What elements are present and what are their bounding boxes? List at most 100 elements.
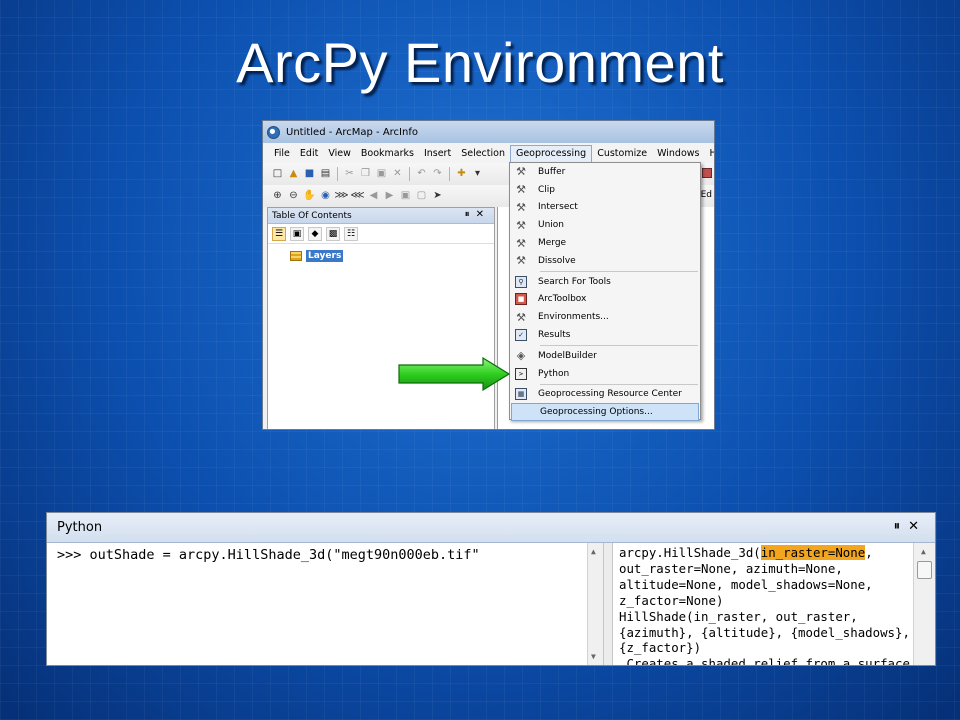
- toc-options-icon[interactable]: ☷: [344, 226, 358, 241]
- menu-item-geoprocessing-options[interactable]: Geoprocessing Options...: [511, 403, 699, 422]
- slide-title: ArcPy Environment: [236, 31, 724, 94]
- scroll-up-arrow-icon[interactable]: ▲: [591, 547, 596, 556]
- open-folder-icon[interactable]: ▲: [287, 168, 300, 181]
- back-arrow-icon[interactable]: ◀: [367, 190, 380, 203]
- help-line: out_raster=None, azimuth=None,: [619, 560, 843, 576]
- menu-edit[interactable]: Edit: [295, 146, 323, 161]
- help-line: HillShade(in_raster, out_raster,: [619, 608, 858, 624]
- list-by-source-icon[interactable]: ▣: [290, 226, 304, 241]
- python-window-icon: >: [514, 367, 528, 381]
- close-icon[interactable]: ✕: [908, 519, 927, 534]
- menu-item-results[interactable]: ✓ Results: [510, 326, 700, 344]
- python-input-scrollbar[interactable]: ▲ ▼: [587, 543, 603, 665]
- forward-arrow-icon[interactable]: ▶: [383, 190, 396, 203]
- menu-separator: [540, 344, 698, 346]
- menu-item-label: Buffer: [538, 166, 566, 177]
- toolbar-separator: [449, 167, 450, 181]
- arcmap-title-bar[interactable]: Untitled - ArcMap - ArcInfo: [263, 121, 714, 143]
- undo-icon[interactable]: ↶: [415, 168, 428, 181]
- close-icon[interactable]: ✕: [476, 209, 490, 220]
- menu-item-intersect[interactable]: ⚒ Intersect: [510, 199, 700, 217]
- select-pointer-icon[interactable]: ➤: [431, 190, 444, 203]
- menu-view[interactable]: View: [323, 146, 356, 161]
- layers-row[interactable]: Layers: [290, 250, 494, 262]
- list-by-visibility-icon[interactable]: ◆: [308, 226, 322, 241]
- paste-icon[interactable]: ▣: [375, 168, 388, 181]
- list-by-drawing-order-icon[interactable]: ☰: [272, 226, 286, 241]
- toolbox-red-icon[interactable]: [702, 168, 712, 178]
- pin-icon[interactable]: ⏸: [894, 519, 909, 534]
- full-extent-globe-icon[interactable]: ◉: [319, 190, 332, 203]
- hammer-icon: ⚒: [516, 218, 526, 232]
- menu-item-label: Union: [538, 220, 565, 231]
- arcmap-window-title: Untitled - ArcMap - ArcInfo: [286, 126, 418, 138]
- menu-file[interactable]: File: [269, 146, 295, 161]
- menu-item-label: Results: [538, 330, 571, 341]
- empty-icon-slot: [516, 405, 530, 419]
- print-icon[interactable]: ▤: [319, 168, 332, 181]
- menu-item-clip[interactable]: ⚒ Clip: [510, 181, 700, 199]
- menu-item-arctoolbox[interactable]: ■ ArcToolbox: [510, 291, 700, 309]
- hammer-icon: ⚒: [516, 183, 526, 197]
- toolbox-icon: ■: [514, 292, 528, 306]
- menu-bookmarks[interactable]: Bookmarks: [356, 146, 419, 161]
- menu-item-merge[interactable]: ⚒ Merge: [510, 234, 700, 252]
- menu-item-environments[interactable]: ⚒ Environments...: [510, 308, 700, 326]
- toc-header-buttons: ⏸✕: [465, 209, 490, 220]
- pan-hand-icon[interactable]: ✋: [303, 190, 316, 203]
- copy-icon[interactable]: ❐: [359, 168, 372, 181]
- python-pane-splitter[interactable]: [603, 543, 613, 665]
- menu-item-union[interactable]: ⚒ Union: [510, 216, 700, 234]
- scroll-thumb[interactable]: [917, 561, 932, 579]
- hammer-icon: ⚒: [516, 165, 526, 179]
- fixed-zoom-in-icon[interactable]: ⋙: [334, 190, 348, 203]
- python-window: Python ⏸✕ >>> outShade = arcpy.HillShade…: [46, 512, 936, 666]
- menu-item-geoprocessing-resource-center[interactable]: ▦ Geoprocessing Resource Center: [510, 386, 700, 404]
- zoom-out-icon[interactable]: ⊖: [287, 190, 300, 203]
- toc-toolbar: ☰ ▣ ◆ ▩ ☷: [268, 224, 494, 244]
- menu-item-dissolve[interactable]: ⚒ Dissolve: [510, 252, 700, 270]
- help-line: z_factor=None): [619, 592, 724, 608]
- fixed-zoom-out-icon[interactable]: ⋘: [350, 190, 364, 203]
- menu-help[interactable]: He: [704, 146, 714, 161]
- menu-selection[interactable]: Selection: [456, 146, 510, 161]
- menu-item-label: Environments...: [538, 312, 609, 323]
- new-document-icon[interactable]: □: [271, 168, 284, 181]
- menu-customize[interactable]: Customize: [592, 146, 652, 161]
- menu-item-label: Python: [538, 368, 570, 379]
- select-by-rectangle-icon[interactable]: ▣: [399, 190, 412, 203]
- hammer-icon: ⚒: [516, 200, 526, 214]
- toolbar-separator: [337, 167, 338, 181]
- help-line: altitude=None, model_shadows=None,: [619, 576, 873, 592]
- menu-insert[interactable]: Insert: [419, 146, 456, 161]
- pin-icon[interactable]: ⏸: [465, 209, 476, 220]
- delete-icon[interactable]: ✕: [391, 168, 404, 181]
- redo-icon[interactable]: ↷: [431, 168, 444, 181]
- help-line: {azimuth}, {altitude}, {model_shadows},: [619, 624, 910, 640]
- python-command-input[interactable]: >>> outShade = arcpy.HillShade_3d("megt9…: [51, 543, 587, 665]
- dropdown-arrow-icon[interactable]: ▾: [471, 168, 484, 181]
- menu-item-buffer[interactable]: ⚒ Buffer: [510, 163, 700, 181]
- help-signature-suffix: ,: [865, 545, 873, 560]
- menu-geoprocessing[interactable]: Geoprocessing: [509, 144, 593, 162]
- menu-windows[interactable]: Windows: [652, 146, 704, 161]
- add-data-icon[interactable]: ✚: [455, 168, 468, 181]
- zoom-in-icon[interactable]: ⊕: [271, 190, 284, 203]
- list-by-selection-icon[interactable]: ▩: [326, 226, 340, 241]
- layers-icon: [290, 251, 302, 261]
- menu-item-python[interactable]: > Python: [510, 365, 700, 383]
- scroll-up-arrow-icon[interactable]: ▲: [921, 547, 926, 556]
- menu-item-search-for-tools[interactable]: ⚲ Search For Tools: [510, 273, 700, 291]
- cut-icon[interactable]: ✂: [343, 168, 356, 181]
- results-icon: ✓: [514, 328, 528, 342]
- python-help-scrollbar[interactable]: ▲: [913, 543, 935, 665]
- save-icon[interactable]: ■: [303, 168, 316, 181]
- menu-item-label: Dissolve: [538, 255, 576, 266]
- menu-item-label: Merge: [538, 238, 567, 249]
- scroll-down-arrow-icon[interactable]: ▼: [591, 652, 596, 661]
- clear-selection-icon[interactable]: ▢: [415, 190, 428, 203]
- results-icon-box: ✓: [515, 329, 527, 342]
- layers-label: Layers: [306, 250, 344, 262]
- menu-item-modelbuilder[interactable]: ◈ ModelBuilder: [510, 347, 700, 365]
- editor-toolbar-label[interactable]: Ed: [701, 190, 712, 200]
